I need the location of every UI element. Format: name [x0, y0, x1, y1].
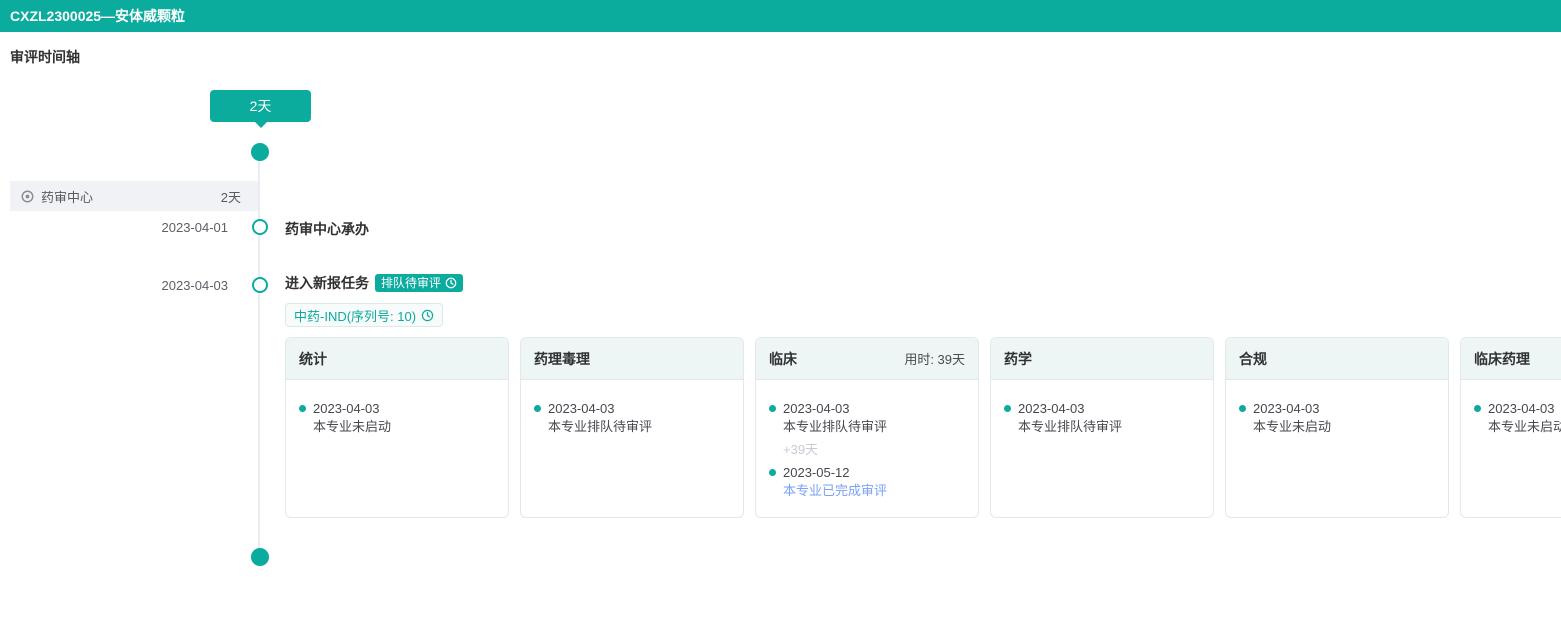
- tooltip-arrow-icon: [255, 122, 267, 134]
- clock-icon: [421, 309, 434, 322]
- item-status: 本专业未启动: [1488, 418, 1561, 435]
- timeline-line: [258, 152, 260, 557]
- timeline-node-icon: [252, 219, 268, 235]
- specialty-card-pharmacology-toxicology: 药理毒理 2023-04-03 本专业排队待审评: [520, 337, 744, 518]
- bullet-dot-icon: [1004, 405, 1011, 412]
- org-name: 药审中心: [41, 187, 93, 206]
- sequence-tag-label: 中药-IND(序列号: 10): [294, 306, 416, 325]
- window-title-bar: CXZL2300025—安体威颗粒: [0, 0, 1561, 32]
- card-header: 药学: [991, 338, 1213, 380]
- card-item: 2023-04-03 本专业排队待审评: [1004, 400, 1200, 435]
- item-date: 2023-04-03: [1488, 400, 1561, 417]
- timeline-start-dot: [251, 143, 269, 161]
- card-item: 2023-05-12 本专业已完成审评: [769, 464, 965, 499]
- card-item: 2023-04-03 本专业未启动: [299, 400, 495, 435]
- card-header: 合规: [1226, 338, 1448, 380]
- location-icon: [20, 189, 35, 204]
- card-title: 临床药理: [1474, 349, 1530, 369]
- card-duration: 用时: 39天: [904, 349, 965, 368]
- bullet-dot-icon: [1239, 405, 1246, 412]
- item-date: 2023-04-03: [1018, 400, 1200, 417]
- event-date: 2023-04-01: [118, 220, 228, 235]
- card-body: 2023-04-03 本专业排队待审评: [991, 380, 1213, 435]
- item-status: 本专业未启动: [1253, 418, 1435, 435]
- event-title-row: 进入新报任务 排队待审评: [285, 273, 463, 293]
- duration-tooltip-label: 2天: [250, 96, 272, 116]
- item-status: 本专业排队待审评: [548, 418, 730, 435]
- card-body: 2023-04-03 本专业未启动: [1461, 380, 1561, 435]
- org-duration: 2天: [221, 187, 241, 206]
- card-title: 药理毒理: [534, 349, 590, 369]
- card-header: 临床药理: [1461, 338, 1561, 380]
- window-title: CXZL2300025—安体威颗粒: [10, 6, 185, 26]
- event-title: 进入新报任务: [285, 273, 369, 293]
- event-title: 药审中心承办: [285, 219, 369, 239]
- card-item: 2023-04-03 本专业排队待审评: [534, 400, 730, 435]
- card-body: 2023-04-03 本专业排队待审评: [521, 380, 743, 435]
- card-header: 统计: [286, 338, 508, 380]
- timeline-end-dot: [251, 548, 269, 566]
- duration-tooltip: 2天: [210, 90, 311, 122]
- specialty-card-clinical-pharmacology: 临床药理 2023-04-03 本专业未启动: [1460, 337, 1561, 518]
- card-body: 2023-04-03 本专业未启动: [286, 380, 508, 435]
- specialty-card-compliance: 合规 2023-04-03 本专业未启动: [1225, 337, 1449, 518]
- card-item: 2023-04-03 本专业排队待审评: [769, 400, 965, 435]
- bullet-dot-icon: [769, 405, 776, 412]
- specialty-card-pharmacy: 药学 2023-04-03 本专业排队待审评: [990, 337, 1214, 518]
- bullet-dot-icon: [1474, 405, 1481, 412]
- item-status-link[interactable]: 本专业已完成审评: [783, 482, 965, 499]
- card-title: 合规: [1239, 349, 1267, 369]
- bullet-dot-icon: [299, 405, 306, 412]
- status-badge: 排队待审评: [375, 274, 463, 292]
- page-title: 审评时间轴: [10, 47, 80, 67]
- sequence-tag: 中药-IND(序列号: 10): [285, 303, 443, 327]
- item-date: 2023-05-12: [783, 464, 965, 481]
- bullet-dot-icon: [769, 469, 776, 476]
- card-header: 临床 用时: 39天: [756, 338, 978, 380]
- clock-icon: [445, 277, 457, 289]
- specialty-cards-row: 统计 2023-04-03 本专业未启动 药理毒理 2023-04-03 本专业…: [285, 337, 1561, 518]
- status-badge-label: 排队待审评: [381, 277, 441, 289]
- bullet-dot-icon: [534, 405, 541, 412]
- card-body: 2023-04-03 本专业排队待审评 +39天 2023-05-12 本专业已…: [756, 380, 978, 499]
- org-row[interactable]: 药审中心 2天: [10, 181, 258, 211]
- card-title: 药学: [1004, 349, 1032, 369]
- elapsed-days-label: +39天: [783, 442, 965, 457]
- card-title: 统计: [299, 349, 327, 369]
- org-row-left: 药审中心: [20, 187, 93, 206]
- card-body: 2023-04-03 本专业未启动: [1226, 380, 1448, 435]
- item-status: 本专业排队待审评: [783, 418, 965, 435]
- item-date: 2023-04-03: [783, 400, 965, 417]
- specialty-card-statistics: 统计 2023-04-03 本专业未启动: [285, 337, 509, 518]
- card-header: 药理毒理: [521, 338, 743, 380]
- card-item: 2023-04-03 本专业未启动: [1239, 400, 1435, 435]
- timeline-node-icon: [252, 277, 268, 293]
- specialty-card-clinical: 临床 用时: 39天 2023-04-03 本专业排队待审评 +39天 2023…: [755, 337, 979, 518]
- card-item: 2023-04-03 本专业未启动: [1474, 400, 1561, 435]
- item-date: 2023-04-03: [313, 400, 495, 417]
- event-date: 2023-04-03: [118, 278, 228, 293]
- card-title: 临床: [769, 349, 797, 369]
- item-status: 本专业排队待审评: [1018, 418, 1200, 435]
- item-status: 本专业未启动: [313, 418, 495, 435]
- item-date: 2023-04-03: [548, 400, 730, 417]
- item-date: 2023-04-03: [1253, 400, 1435, 417]
